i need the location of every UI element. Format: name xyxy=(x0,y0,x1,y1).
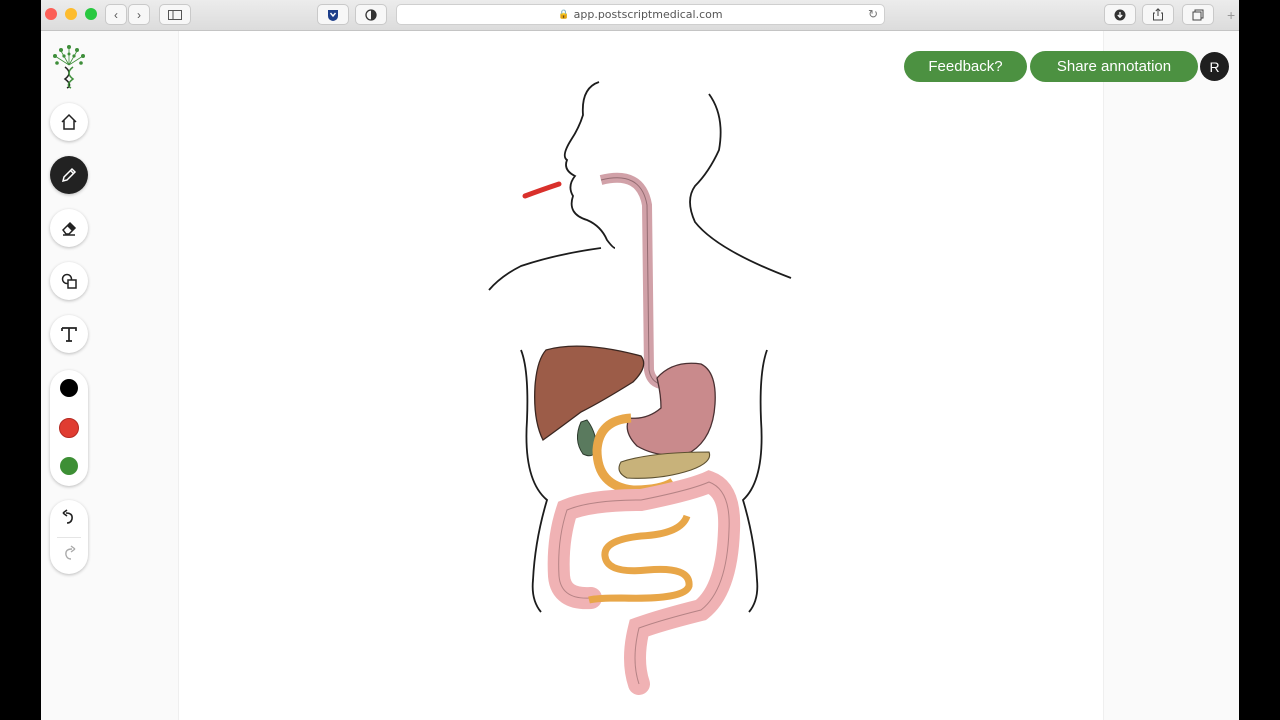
color-swatch-black[interactable] xyxy=(60,379,78,397)
pancreas xyxy=(618,451,711,479)
color-palette xyxy=(50,370,88,486)
feedback-button[interactable]: Feedback? xyxy=(904,51,1027,82)
downloads-button[interactable] xyxy=(1104,4,1136,25)
text-tool-button[interactable] xyxy=(50,315,88,353)
browser-titlebar: ‹ › 🔒 app.postscriptmedical.com ↻ + xyxy=(41,0,1239,31)
minimize-window-button[interactable] xyxy=(65,8,77,20)
privacy-shield-icon xyxy=(365,8,377,21)
eraser-icon xyxy=(62,221,77,236)
user-avatar[interactable]: R xyxy=(1200,52,1229,81)
history-controls xyxy=(50,500,88,574)
privacy-button[interactable] xyxy=(355,4,387,25)
right-torso-outline xyxy=(741,349,768,613)
forward-button[interactable]: › xyxy=(128,4,150,25)
url-text: app.postscriptmedical.com xyxy=(573,8,723,21)
address-bar[interactable]: 🔒 app.postscriptmedical.com ↻ xyxy=(396,4,885,25)
pencil-tool-button[interactable] xyxy=(50,156,88,194)
close-window-button[interactable] xyxy=(45,8,57,20)
home-icon xyxy=(61,113,77,130)
left-shoulder-outline xyxy=(488,247,602,291)
head-profile-outline xyxy=(563,81,616,249)
history-divider xyxy=(57,537,81,538)
large-intestine xyxy=(547,470,741,695)
color-swatch-green[interactable] xyxy=(60,457,78,475)
chevron-right-icon: › xyxy=(137,7,141,22)
new-tab-button[interactable]: + xyxy=(1227,0,1239,30)
small-intestine xyxy=(588,514,693,604)
shapes-icon xyxy=(61,273,77,289)
stomach xyxy=(626,362,716,456)
digestive-system-diagram xyxy=(488,81,792,695)
lock-icon: 🔒 xyxy=(558,9,570,20)
share-button[interactable] xyxy=(1142,4,1174,25)
home-button[interactable] xyxy=(50,103,88,141)
extension-button[interactable] xyxy=(317,4,349,25)
color-swatch-red[interactable] xyxy=(59,418,79,438)
undo-icon xyxy=(62,509,73,524)
download-icon xyxy=(1114,9,1126,20)
tabs-icon xyxy=(1192,9,1204,20)
eraser-tool-button[interactable] xyxy=(50,209,88,247)
text-icon xyxy=(61,327,77,342)
reload-icon[interactable]: ↻ xyxy=(868,7,878,21)
browser-window: ‹ › 🔒 app.postscriptmedical.com ↻ + Feed… xyxy=(41,0,1239,720)
share-annotation-button[interactable]: Share annotation xyxy=(1030,51,1198,82)
shapes-tool-button[interactable] xyxy=(50,262,88,300)
app-content: Feedback? Share annotation R xyxy=(41,31,1239,720)
neck-shoulder-outline xyxy=(689,93,792,279)
pencil-icon xyxy=(61,167,77,183)
redo-icon xyxy=(65,545,76,560)
sidebar-toggle-button[interactable] xyxy=(159,4,191,25)
undo-button[interactable] xyxy=(59,508,79,528)
share-icon xyxy=(1153,8,1163,21)
redo-button[interactable] xyxy=(59,544,79,564)
annotation-canvas[interactable] xyxy=(178,31,1104,720)
shield-extension-icon xyxy=(328,9,338,21)
back-button[interactable]: ‹ xyxy=(105,4,127,25)
chevron-left-icon: ‹ xyxy=(114,7,118,22)
maximize-window-button[interactable] xyxy=(85,8,97,20)
sidebar-icon xyxy=(168,9,182,20)
postscript-medical-logo xyxy=(53,45,85,89)
tabs-overview-button[interactable] xyxy=(1182,4,1214,25)
red-pen-annotation xyxy=(522,181,562,199)
